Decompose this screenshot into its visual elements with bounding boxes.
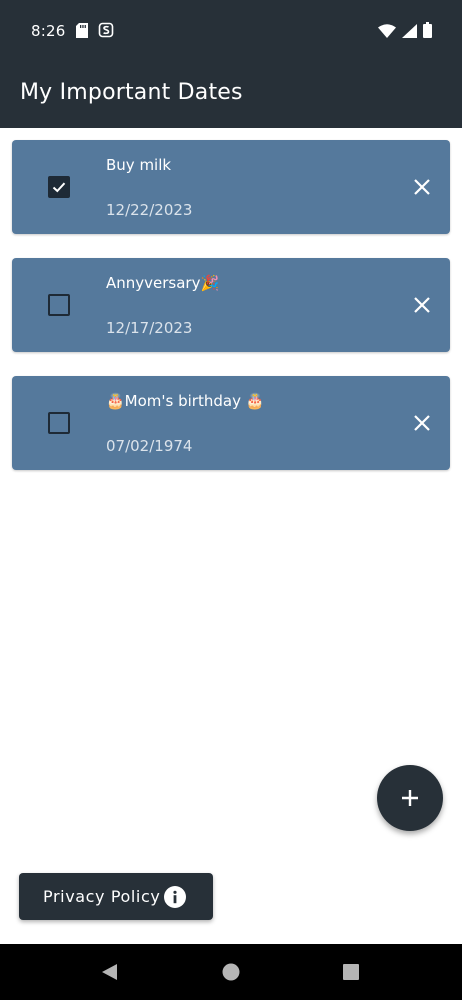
status-system-icons — [378, 22, 432, 42]
home-button[interactable] — [221, 962, 241, 982]
wifi-icon — [378, 23, 396, 42]
privacy-policy-button[interactable]: Privacy Policy — [19, 873, 213, 920]
recents-button[interactable] — [341, 962, 361, 982]
delete-button[interactable] — [410, 175, 434, 199]
system-navigation-bar — [0, 944, 462, 1000]
delete-button[interactable] — [410, 293, 434, 317]
battery-icon — [423, 22, 432, 42]
cell-signal-icon — [402, 23, 417, 42]
item-date: 07/02/1974 — [106, 437, 193, 455]
item-checkbox[interactable] — [48, 294, 70, 316]
date-card[interactable]: Annyversary🎉 12/17/2023 — [12, 258, 450, 352]
status-notification-icons — [76, 22, 114, 42]
date-card[interactable]: 🎂Mom's birthday 🎂 07/02/1974 — [12, 376, 450, 470]
sd-card-icon — [76, 22, 88, 42]
plus-icon — [402, 790, 418, 806]
status-bar: 8:26 — [0, 0, 462, 64]
info-icon — [164, 885, 187, 908]
status-time: 8:26 — [31, 22, 66, 40]
item-title: Annyversary🎉 — [106, 274, 220, 292]
page-title: My Important Dates — [20, 80, 243, 105]
checkmark-icon — [52, 182, 66, 193]
add-date-button[interactable] — [377, 765, 443, 831]
item-date: 12/22/2023 — [106, 201, 193, 219]
item-title: Buy milk — [106, 156, 172, 174]
item-checkbox[interactable] — [48, 176, 70, 198]
app-notification-icon — [98, 22, 114, 42]
recents-icon — [343, 964, 359, 980]
top-app-bar: 8:26 My Important Dates — [0, 0, 462, 128]
delete-button[interactable] — [410, 411, 434, 435]
close-icon — [414, 415, 430, 431]
back-button[interactable] — [100, 962, 120, 982]
close-icon — [414, 297, 430, 313]
item-date: 12/17/2023 — [106, 319, 193, 337]
date-card[interactable]: Buy milk 12/22/2023 — [12, 140, 450, 234]
home-icon — [222, 963, 240, 981]
item-checkbox[interactable] — [48, 412, 70, 434]
back-icon — [102, 964, 117, 980]
dates-list: Buy milk 12/22/2023 Annyversary🎉 12/17/2… — [0, 128, 462, 628]
item-title: 🎂Mom's birthday 🎂 — [106, 392, 265, 410]
privacy-policy-label: Privacy Policy — [43, 887, 161, 906]
close-icon — [414, 179, 430, 195]
